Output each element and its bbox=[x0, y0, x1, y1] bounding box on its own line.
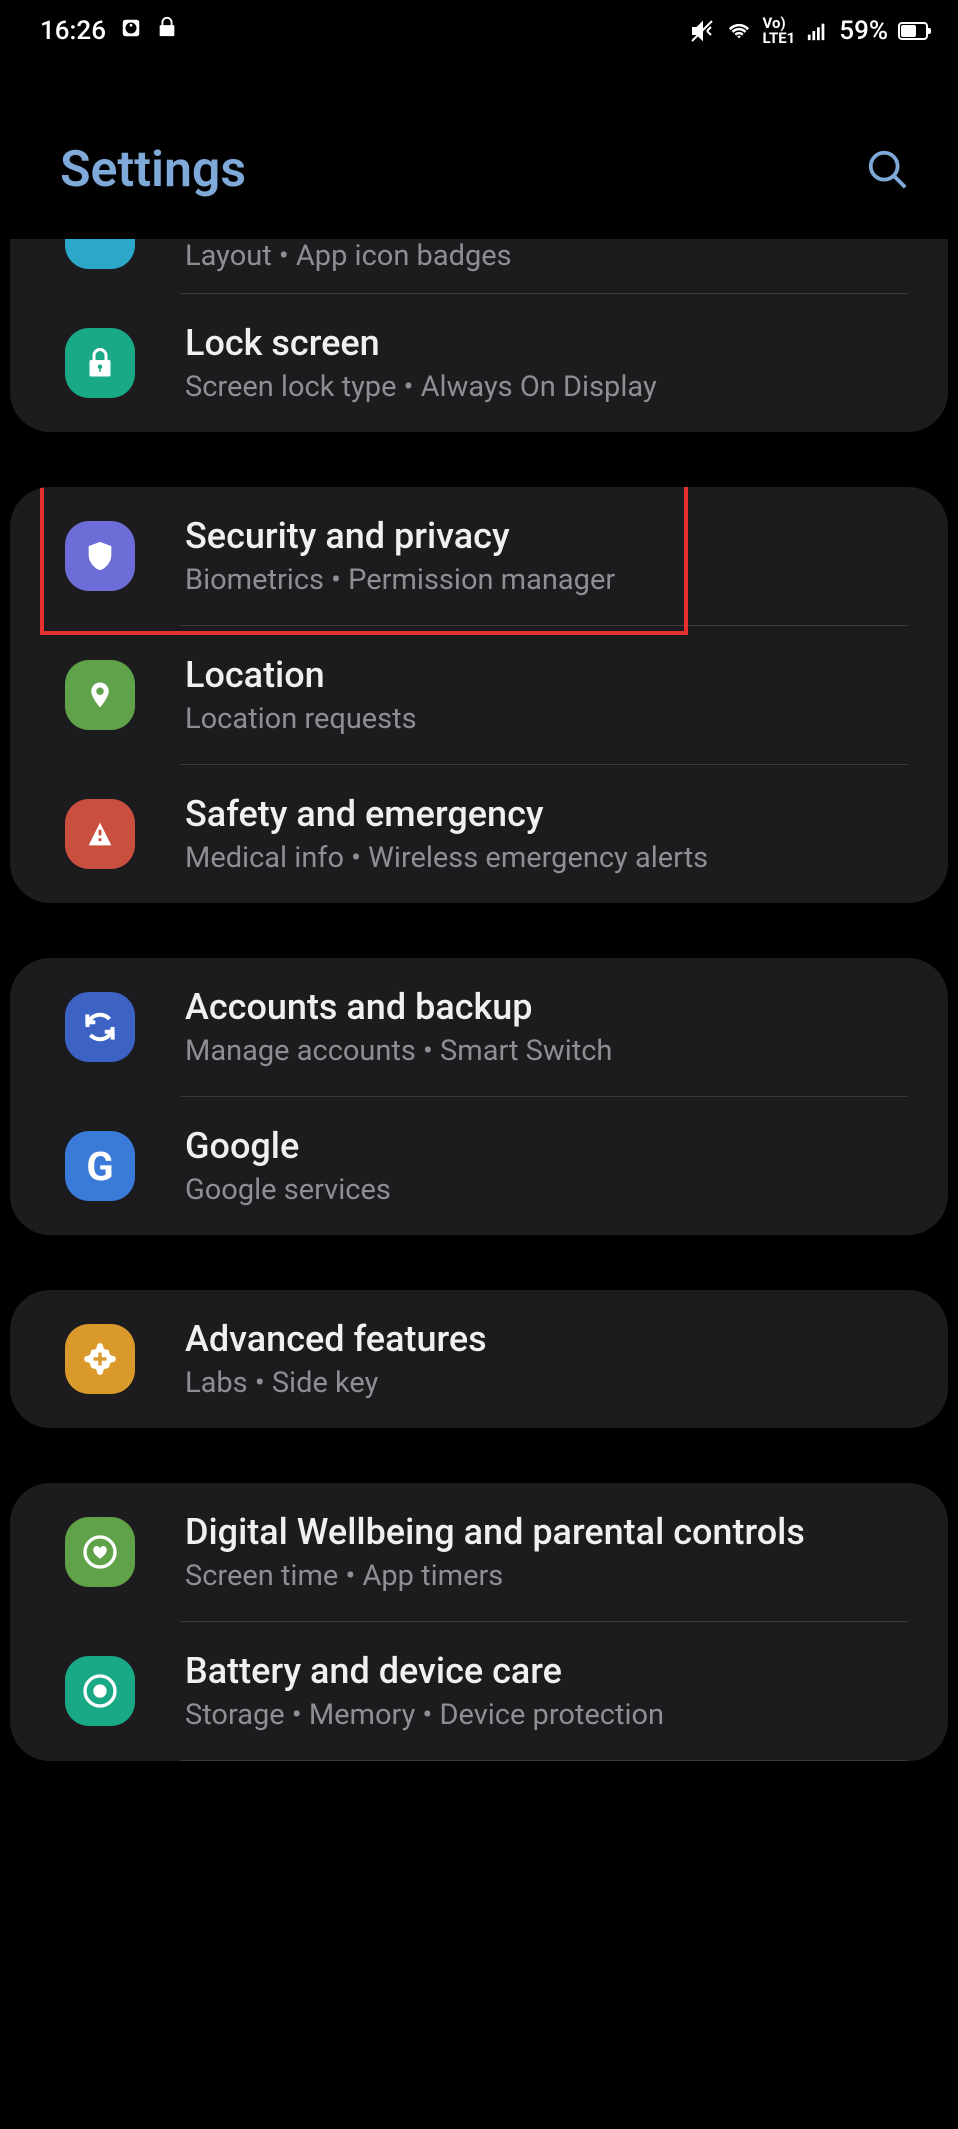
wifi-icon bbox=[725, 20, 753, 42]
item-text: Lock screen Screen lock type • Always On… bbox=[185, 322, 918, 404]
item-title: Location bbox=[185, 654, 918, 696]
item-text: Layout • App icon badges bbox=[185, 239, 918, 273]
item-title: Security and privacy bbox=[185, 515, 918, 557]
item-text: Advanced features Labs • Side key bbox=[185, 1318, 918, 1400]
settings-item-safety[interactable]: Safety and emergency Medical info • Wire… bbox=[10, 765, 948, 903]
settings-group: Digital Wellbeing and parental controls … bbox=[10, 1483, 948, 1761]
search-icon bbox=[865, 147, 911, 193]
home-icon bbox=[65, 239, 135, 269]
clock-icon bbox=[120, 16, 142, 46]
shield-icon bbox=[65, 521, 135, 591]
settings-item-location[interactable]: Location Location requests bbox=[10, 626, 948, 764]
item-text: Location Location requests bbox=[185, 654, 918, 736]
status-time: 16:26 bbox=[40, 16, 106, 46]
item-subtitle: Google services bbox=[185, 1173, 918, 1207]
status-bar: 16:26 Vo)LTE1 59% bbox=[0, 0, 958, 61]
item-title: Battery and device care bbox=[185, 1650, 918, 1692]
sync-icon bbox=[65, 992, 135, 1062]
alert-icon bbox=[65, 799, 135, 869]
status-right: Vo)LTE1 59% bbox=[689, 16, 929, 46]
settings-item-accounts[interactable]: Accounts and backup Manage accounts • Sm… bbox=[10, 958, 948, 1096]
signal-icon bbox=[805, 20, 829, 42]
item-subtitle: Labs • Side key bbox=[185, 1366, 918, 1400]
item-subtitle: Screen time • App timers bbox=[185, 1559, 918, 1593]
item-text: Google Google services bbox=[185, 1125, 918, 1207]
divider bbox=[180, 1760, 908, 1761]
settings-item-security-privacy[interactable]: Security and privacy Biometrics • Permis… bbox=[10, 487, 948, 625]
lock-icon bbox=[156, 15, 178, 46]
item-subtitle: Medical info • Wireless emergency alerts bbox=[185, 841, 918, 875]
lock-screen-icon bbox=[65, 328, 135, 398]
item-title: Safety and emergency bbox=[185, 793, 918, 835]
page-title: Settings bbox=[60, 141, 246, 199]
battery-percent: 59% bbox=[839, 16, 888, 46]
heart-circle-icon bbox=[65, 1517, 135, 1587]
settings-group: Security and privacy Biometrics • Permis… bbox=[10, 487, 948, 903]
item-title: Accounts and backup bbox=[185, 986, 918, 1028]
item-text: Battery and device care Storage • Memory… bbox=[185, 1650, 918, 1732]
item-subtitle: Storage • Memory • Device protection bbox=[185, 1698, 918, 1732]
settings-group: Advanced features Labs • Side key bbox=[10, 1290, 948, 1428]
item-subtitle: Biometrics • Permission manager bbox=[185, 563, 918, 597]
item-title: Digital Wellbeing and parental controls bbox=[185, 1511, 918, 1553]
item-title: Google bbox=[185, 1125, 918, 1167]
settings-list: Layout • App icon badges Lock screen Scr… bbox=[0, 239, 958, 1761]
battery-icon bbox=[898, 22, 928, 40]
item-subtitle: Manage accounts • Smart Switch bbox=[185, 1034, 918, 1068]
settings-item-battery[interactable]: Battery and device care Storage • Memory… bbox=[10, 1622, 948, 1760]
search-button[interactable] bbox=[863, 145, 913, 195]
item-subtitle: Screen lock type • Always On Display bbox=[185, 370, 918, 404]
settings-header: Settings bbox=[0, 61, 958, 239]
mute-vibrate-icon bbox=[689, 19, 715, 43]
settings-group: Layout • App icon badges Lock screen Scr… bbox=[10, 239, 948, 432]
settings-item-lock-screen[interactable]: Lock screen Screen lock type • Always On… bbox=[10, 294, 948, 432]
volte-icon: Vo)LTE1 bbox=[763, 16, 796, 46]
settings-item-google[interactable]: G Google Google services bbox=[10, 1097, 948, 1235]
g-icon: G bbox=[65, 1131, 135, 1201]
settings-group: Accounts and backup Manage accounts • Sm… bbox=[10, 958, 948, 1235]
settings-item-wellbeing[interactable]: Digital Wellbeing and parental controls … bbox=[10, 1483, 948, 1621]
item-subtitle: Layout • App icon badges bbox=[185, 239, 918, 273]
settings-item-home[interactable]: Layout • App icon badges bbox=[10, 239, 948, 293]
item-title: Lock screen bbox=[185, 322, 918, 364]
settings-item-advanced[interactable]: Advanced features Labs • Side key bbox=[10, 1290, 948, 1428]
item-text: Safety and emergency Medical info • Wire… bbox=[185, 793, 918, 875]
item-subtitle: Location requests bbox=[185, 702, 918, 736]
status-left: 16:26 bbox=[40, 15, 178, 46]
plus-gear-icon bbox=[65, 1324, 135, 1394]
target-icon bbox=[65, 1656, 135, 1726]
item-text: Digital Wellbeing and parental controls … bbox=[185, 1511, 918, 1593]
pin-icon bbox=[65, 660, 135, 730]
item-text: Security and privacy Biometrics • Permis… bbox=[185, 515, 918, 597]
item-title: Advanced features bbox=[185, 1318, 918, 1360]
item-text: Accounts and backup Manage accounts • Sm… bbox=[185, 986, 918, 1068]
